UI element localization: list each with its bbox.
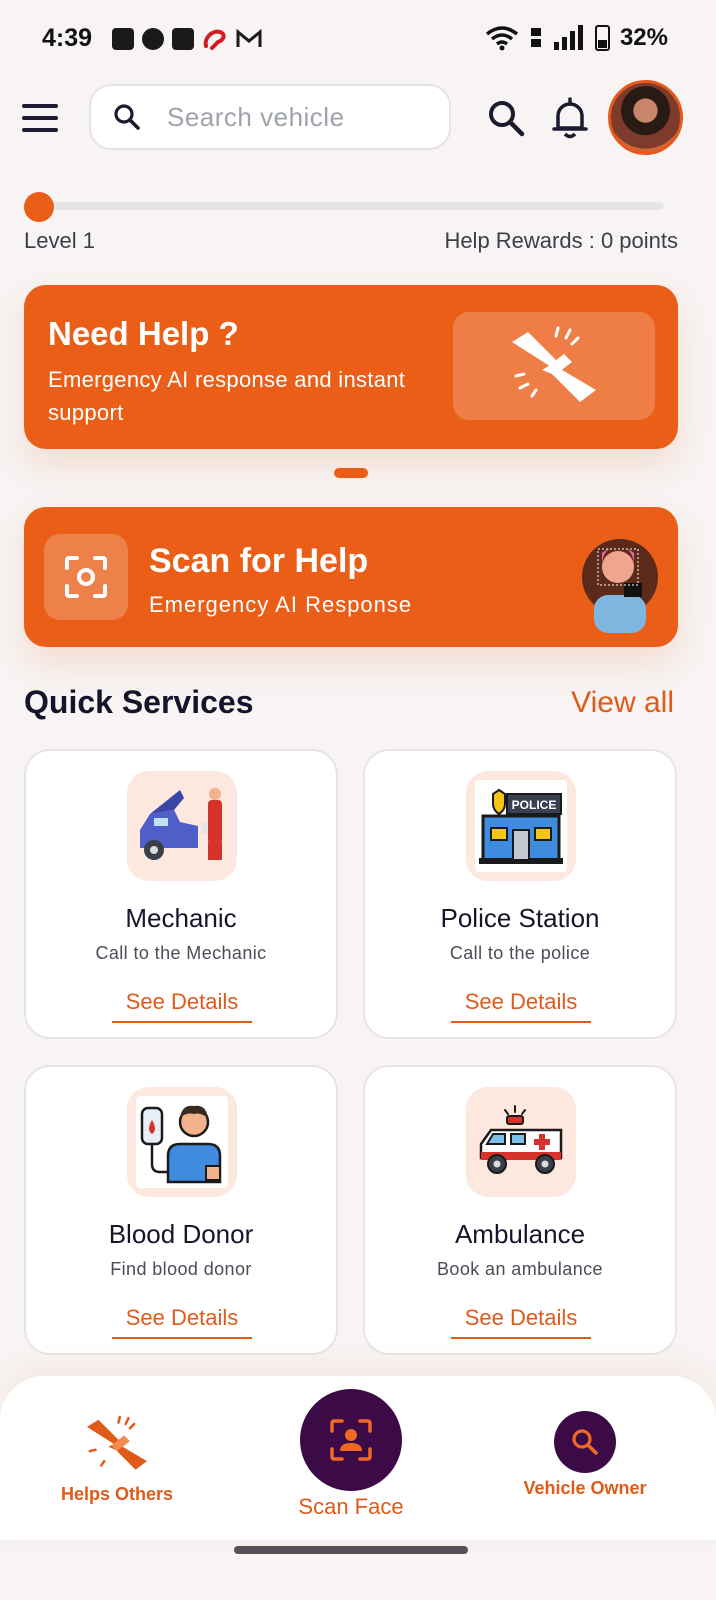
- search-icon: [572, 1429, 598, 1455]
- level-progress-knob: [24, 192, 54, 222]
- view-all-link[interactable]: View all: [571, 686, 674, 720]
- card-subtitle: Call to the Mechanic: [95, 943, 267, 963]
- status-indicators: 32%: [485, 24, 668, 52]
- card-icon-wrap: [466, 1087, 576, 1197]
- volte-icon: [530, 28, 541, 47]
- see-details-link[interactable]: See Details: [112, 989, 252, 1023]
- card-title: Police Station: [440, 903, 600, 933]
- nav-vehicle-owner-label[interactable]: Vehicle Owner: [508, 1478, 662, 1499]
- card-icon-wrap: POLICE: [466, 771, 576, 881]
- police-station-icon: POLICE: [479, 788, 563, 864]
- search-icon[interactable]: [486, 98, 526, 138]
- chat-icon: [142, 28, 164, 50]
- card-title: Mechanic: [125, 903, 237, 933]
- ambulance-icon: [479, 1105, 563, 1174]
- helping-hands-icon-box: [453, 312, 655, 420]
- helping-hands-icon: [87, 1415, 147, 1470]
- menu-line: [22, 128, 58, 132]
- card-icon-wrap: [127, 1087, 237, 1197]
- face-scan-illustration: [582, 539, 658, 633]
- menu-button[interactable]: [22, 104, 58, 132]
- nav-scan-face-button[interactable]: [300, 1389, 402, 1491]
- status-time: 4:39: [42, 24, 93, 52]
- wifi-icon: [485, 26, 519, 51]
- battery-percentage: 32%: [619, 24, 668, 51]
- home-indicator[interactable]: [234, 1546, 468, 1554]
- service-card-mechanic[interactable]: Mechanic Call to the Mechanic See Detail…: [24, 749, 338, 1039]
- card-subtitle: Find blood donor: [110, 1259, 252, 1279]
- blood-donor-icon: [140, 1105, 222, 1184]
- quick-services-title: Quick Services: [24, 684, 254, 720]
- search-bar[interactable]: [89, 84, 451, 150]
- nav-helps-others[interactable]: Helps Others: [52, 1412, 182, 1512]
- stack-icon: [172, 28, 194, 50]
- face-scan-icon: [65, 556, 107, 598]
- notification-icons: [112, 28, 262, 50]
- see-details-link[interactable]: See Details: [112, 1305, 252, 1339]
- scan-title: Scan for Help: [149, 542, 369, 580]
- face-scan-icon: [330, 1419, 372, 1461]
- police-sign-text: POLICE: [512, 798, 557, 812]
- scan-for-help-banner[interactable]: Scan for Help Emergency AI Response: [24, 507, 678, 647]
- service-card-police-station[interactable]: POLICE Police Station Call to the police…: [363, 749, 677, 1039]
- card-subtitle: Call to the police: [449, 943, 591, 963]
- menu-line: [22, 104, 58, 108]
- service-card-ambulance[interactable]: Ambulance Book an ambulance See Details: [363, 1065, 677, 1355]
- teams-icon: [112, 28, 134, 50]
- search-input[interactable]: [167, 101, 427, 133]
- nav-helps-label: Helps Others: [60, 1484, 174, 1504]
- bell-icon[interactable]: [550, 96, 590, 140]
- battery-icon: [594, 25, 610, 51]
- airtel-icon: [203, 29, 226, 50]
- carousel-indicator[interactable]: [334, 468, 368, 478]
- nav-vehicle-owner-button[interactable]: [554, 1411, 616, 1473]
- gmail-icon: [236, 29, 262, 47]
- icon-inner: POLICE: [475, 780, 567, 872]
- menu-line: [22, 116, 58, 120]
- helping-hands-icon: [512, 326, 596, 402]
- card-title: Blood Donor: [108, 1219, 254, 1249]
- rewards-label: Help Rewards : 0 points: [444, 228, 678, 253]
- see-details-link[interactable]: See Details: [451, 989, 591, 1023]
- banner-subtitle: Emergency AI response and instant suppor…: [48, 367, 406, 425]
- card-icon-wrap: [127, 771, 237, 881]
- scan-icon-box: [44, 534, 128, 620]
- avatar[interactable]: [608, 80, 683, 155]
- icon-inner: [136, 1096, 228, 1188]
- service-card-blood-donor[interactable]: Blood Donor Find blood donor See Details: [24, 1065, 338, 1355]
- level-label: Level 1: [24, 228, 95, 253]
- need-help-banner[interactable]: Need Help ? Emergency AI response and in…: [24, 285, 678, 449]
- card-subtitle: Book an ambulance: [437, 1259, 603, 1279]
- level-progress-bar: [26, 202, 664, 210]
- mechanic-icon: [140, 788, 222, 860]
- banner-title: Need Help ?: [48, 315, 239, 352]
- nav-scan-face-label[interactable]: Scan Face: [282, 1494, 420, 1520]
- search-icon: [114, 104, 140, 130]
- scan-subtitle: Emergency AI Response: [149, 592, 413, 617]
- signal-icon: [553, 25, 583, 50]
- card-title: Ambulance: [454, 1219, 586, 1249]
- see-details-link[interactable]: See Details: [451, 1305, 591, 1339]
